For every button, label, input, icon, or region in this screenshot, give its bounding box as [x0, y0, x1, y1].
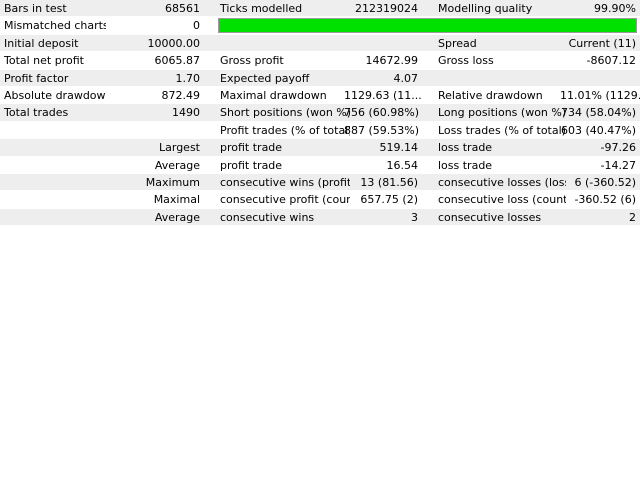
report-row: Maximum consecutive wins (profit ... 13 … — [0, 174, 640, 192]
value-relative-drawdown: 11.01% (1129.... — [560, 89, 640, 102]
label-average: Average — [154, 158, 200, 172]
label-profit-factor: Profit factor — [4, 71, 69, 85]
value-largest-profit-trade: 519.14 — [379, 141, 419, 155]
label-gross-profit: Gross profit — [220, 54, 284, 68]
label-gross-loss: Gross loss — [438, 54, 494, 68]
label-loss-trades: Loss trades (% of total) — [438, 123, 566, 137]
value-maximal-consecutive-profit: 657.75 (2) — [360, 193, 418, 207]
value-profit-factor: 1.70 — [175, 71, 201, 85]
report-row: Maximal consecutive profit (coun... 657.… — [0, 191, 640, 209]
report-row: Average profit trade 16.54 loss trade -1… — [0, 157, 640, 174]
label-expected-payoff: Expected payoff — [220, 71, 310, 85]
report-row: Initial deposit 10000.00 Spread Current … — [0, 34, 640, 53]
report-row: Mismatched charts ... 0 — [0, 17, 640, 35]
label-largest: Largest — [159, 141, 200, 155]
modelling-quality-bar-fill — [219, 19, 636, 33]
value-initial-deposit: 10000.00 — [147, 36, 201, 50]
value-spread: Current (11) — [568, 36, 636, 50]
label-maximum: Maximum — [145, 176, 200, 189]
label-maximal-consecutive-profit: consecutive profit (coun... — [220, 193, 350, 207]
label-max-consecutive-losses: consecutive losses (loss... — [438, 176, 566, 189]
value-long-positions: 734 (58.04%) — [560, 106, 636, 120]
report-row: Profit factor 1.70 Expected payoff 4.07 — [0, 69, 640, 87]
value-short-positions: 756 (60.98%) — [344, 106, 420, 120]
label-ticks-modelled: Ticks modelled — [220, 2, 303, 15]
report-row: Average consecutive wins 3 consecutive l… — [0, 208, 640, 227]
label-long-positions: Long positions (won %) — [438, 106, 566, 120]
label-relative-drawdown: Relative drawdown — [438, 89, 543, 102]
label-average-consecutive-wins: consecutive wins — [220, 210, 315, 224]
label-average-loss-trade: loss trade — [438, 158, 493, 172]
value-expected-payoff: 4.07 — [393, 71, 419, 85]
label-largest-loss-trade: loss trade — [438, 141, 493, 155]
label-profit-trades: Profit trades (% of total) — [220, 123, 350, 137]
value-largest-loss-trade: -97.26 — [600, 141, 636, 155]
report-row: Bars in test 68561 Ticks modelled 212319… — [0, 0, 640, 18]
report-row: Largest profit trade 519.14 loss trade -… — [0, 139, 640, 157]
value-ticks-modelled: 212319024 — [355, 2, 418, 15]
label-short-positions: Short positions (won %) — [220, 106, 350, 120]
modelling-quality-bar — [218, 18, 637, 34]
value-maximal-consecutive-loss: -360.52 (6) — [574, 193, 636, 207]
value-average-profit-trade: 16.54 — [386, 158, 419, 172]
label-spread: Spread — [438, 36, 477, 50]
report-row: Total trades 1490 Short positions (won %… — [0, 104, 640, 122]
value-gross-loss: -8607.12 — [586, 54, 636, 68]
value-max-consecutive-wins: 13 (81.56) — [360, 176, 418, 189]
report-row: Profit trades (% of total) 887 (59.53%) … — [0, 122, 640, 140]
label-absolute-drawdown: Absolute drawdown — [4, 89, 106, 102]
value-bars-in-test: 68561 — [165, 2, 200, 15]
value-average-consecutive-wins: 3 — [411, 210, 418, 224]
label-initial-deposit: Initial deposit — [4, 36, 79, 50]
report-row: Total net profit 6065.87 Gross profit 14… — [0, 52, 640, 70]
label-maximal-consecutive-loss: consecutive loss (count ... — [438, 193, 566, 207]
label-total-net-profit: Total net profit — [4, 54, 84, 68]
label-bars-in-test: Bars in test — [4, 2, 67, 15]
value-profit-trades: 887 (59.53%) — [344, 123, 420, 137]
value-absolute-drawdown: 872.49 — [161, 89, 201, 102]
backtest-report-table: Bars in test 68561 Ticks modelled 212319… — [0, 0, 640, 227]
label-average-consecutive-losses: consecutive losses — [438, 210, 542, 224]
value-modelling-quality: 99.90% — [594, 2, 636, 15]
label-maximal-drawdown: Maximal drawdown — [220, 89, 327, 102]
value-maximal-drawdown: 1129.63 (11.... — [344, 89, 422, 102]
label-total-trades: Total trades — [4, 106, 69, 120]
label-modelling-quality: Modelling quality — [438, 2, 533, 15]
label-average-profit-trade: profit trade — [220, 158, 283, 172]
label-maximal: Maximal — [153, 193, 200, 207]
report-row: Absolute drawdown 872.49 Maximal drawdow… — [0, 87, 640, 105]
value-average-consecutive-losses: 2 — [629, 210, 636, 224]
label-largest-profit-trade: profit trade — [220, 141, 283, 155]
label-average-consecutive: Average — [154, 210, 200, 224]
label-mismatched-charts: Mismatched charts ... — [4, 19, 106, 33]
value-gross-profit: 14672.99 — [365, 54, 419, 68]
value-loss-trades: 603 (40.47%) — [560, 123, 636, 137]
value-max-consecutive-losses: 6 (-360.52) — [574, 176, 636, 189]
value-average-loss-trade: -14.27 — [600, 158, 636, 172]
value-total-trades: 1490 — [172, 106, 200, 120]
value-total-net-profit: 6065.87 — [154, 54, 201, 68]
value-mismatched-charts: 0 — [193, 19, 200, 33]
label-max-consecutive-wins: consecutive wins (profit ... — [220, 176, 350, 189]
